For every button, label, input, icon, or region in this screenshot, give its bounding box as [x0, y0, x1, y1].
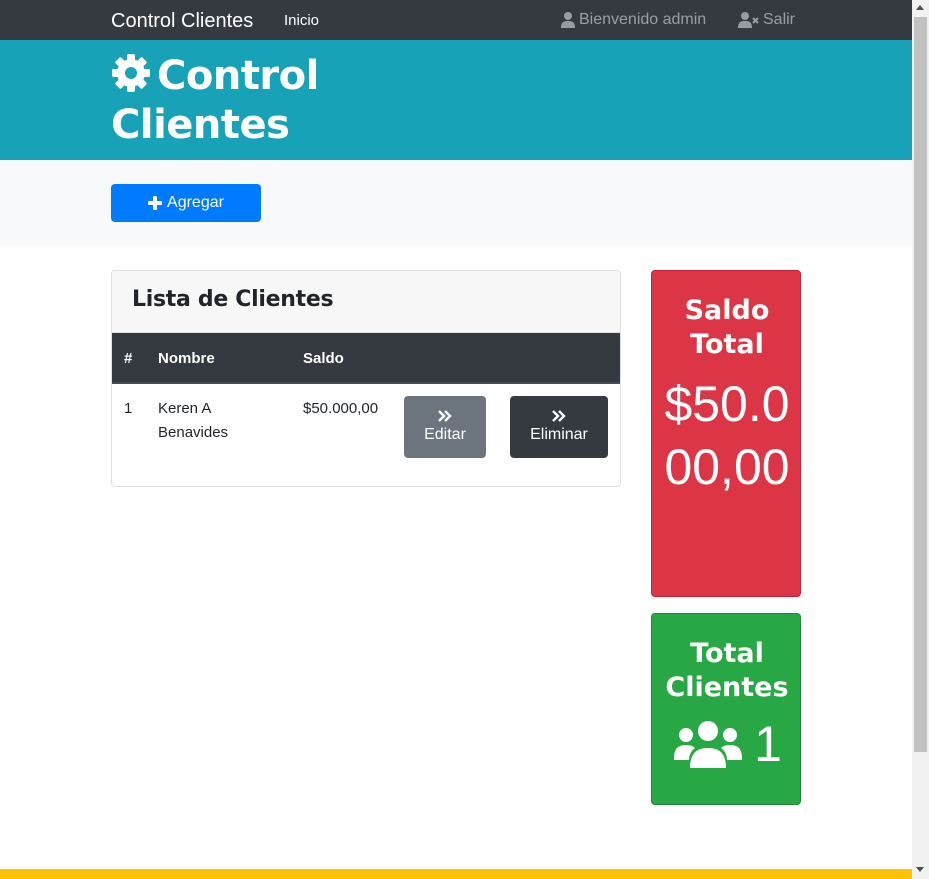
gear-icon — [112, 54, 150, 92]
saldo-total-title: Saldo Total — [684, 295, 770, 360]
edit-client-label: Editar — [424, 426, 466, 443]
nav-link-logout[interactable]: Salir — [738, 11, 795, 29]
welcome-label: Bienvenido admin — [579, 11, 707, 28]
table-header: # Nombre Saldo — [112, 333, 620, 384]
saldo-total-card: Saldo Total $50.000,00 — [651, 270, 801, 597]
logout-label: Salir — [763, 11, 796, 28]
add-client-button[interactable]: Agregar — [111, 184, 261, 222]
page-title: Control Clientes — [111, 52, 331, 150]
angle-double-right-icon — [552, 410, 566, 422]
saldo-total-value: $50.000,00 — [664, 376, 790, 495]
scroll-up-arrow-icon[interactable] — [916, 5, 924, 10]
table-row: 1 Keren A Benavides $50.000,00 Editar El… — [112, 384, 620, 486]
user-times-icon — [738, 12, 759, 28]
total-clients-card: Total Clientes 1 — [651, 613, 801, 805]
user-icon — [561, 12, 575, 28]
scroll-thumb[interactable] — [914, 17, 927, 752]
delete-client-label: Eliminar — [530, 426, 588, 443]
add-client-label: Agregar — [167, 194, 224, 211]
clients-card-header: Lista de Clientes — [112, 271, 620, 333]
total-clients-row: 1 — [652, 714, 802, 774]
column-header-name: Nombre — [158, 350, 215, 367]
row-client-balance: $50.000,00 — [303, 400, 379, 417]
navbar-brand[interactable]: Control Clientes — [111, 9, 253, 33]
plus-icon — [148, 196, 163, 210]
nav-link-inicio[interactable]: Inicio — [284, 12, 319, 30]
page-header: Control Clientes — [0, 40, 912, 160]
nav-link-welcome[interactable]: Bienvenido admin — [561, 11, 706, 29]
action-bar: Agregar — [0, 160, 912, 246]
row-client-name: Keren A Benavides — [158, 400, 229, 441]
clients-card: Lista de Clientes # Nombre Saldo 1 Keren… — [111, 270, 621, 487]
top-navbar: Control Clientes Inicio Bienvenido admin… — [0, 0, 912, 40]
scroll-down-arrow-icon[interactable] — [916, 867, 924, 872]
angle-double-right-icon — [438, 410, 452, 422]
footer-bar — [0, 869, 912, 879]
total-clients-title: Total Clientes — [665, 638, 789, 703]
column-header-balance: Saldo — [303, 350, 344, 367]
column-header-index: # — [124, 350, 133, 367]
vertical-scrollbar[interactable] — [912, 0, 929, 879]
users-icon — [674, 721, 743, 768]
clients-card-title: Lista de Clientes — [132, 287, 334, 312]
row-index: 1 — [124, 400, 133, 417]
delete-client-button[interactable]: Eliminar — [510, 396, 608, 458]
edit-client-button[interactable]: Editar — [404, 396, 486, 458]
total-clients-value: 1 — [754, 716, 782, 772]
